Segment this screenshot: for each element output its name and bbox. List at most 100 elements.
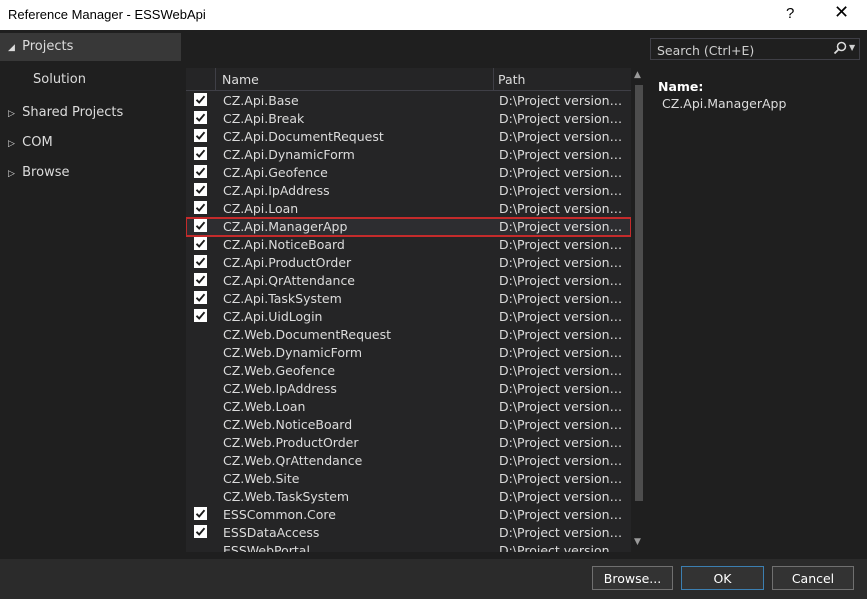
table-row[interactable]: CZ.Api.TaskSystem D:\Project versions\... [186,290,631,308]
table-row[interactable]: CZ.Web.DocumentRequest D:\Project version… [186,326,631,344]
scroll-up-arrow-icon[interactable]: ▲ [634,70,641,80]
cell-path: D:\Project versions\... [499,327,624,342]
cell-name: CZ.Web.NoticeBoard [223,417,353,432]
column-header-name[interactable]: Name [222,72,259,87]
table-row[interactable]: CZ.Web.TaskSystem D:\Project versions\... [186,488,631,506]
reference-checkbox[interactable] [194,201,207,214]
table-row[interactable]: CZ.Api.Break D:\Project versions\... [186,110,631,128]
table-row[interactable]: ESSDataAccess D:\Project versions\... [186,524,631,542]
details-name-label: Name: [658,79,704,94]
cancel-button[interactable]: Cancel [772,566,854,590]
sidebar-item-browse[interactable]: ▷ Browse [8,159,69,187]
column-divider[interactable] [493,68,494,90]
close-button[interactable]: ✕ [834,2,849,23]
scroll-down-arrow-icon[interactable]: ▼ [634,537,641,547]
search-options-chevron-icon[interactable]: ▼ [849,43,855,52]
reference-checkbox[interactable] [194,165,207,178]
cell-path: D:\Project versions\... [499,219,624,234]
reference-checkbox[interactable] [194,273,207,286]
cell-path: D:\Project versions\... [499,435,624,450]
table-row[interactable]: CZ.Api.Geofence D:\Project versions\... [186,164,631,182]
table-row[interactable]: CZ.Api.Base D:\Project versions\... [186,92,631,110]
sidebar-item-shared-projects[interactable]: ▷ Shared Projects [8,99,123,127]
sidebar-item-com[interactable]: ▷ COM [8,129,53,157]
reference-checkbox[interactable] [194,93,207,106]
table-row[interactable]: CZ.Web.Site D:\Project versions\... [186,470,631,488]
table-row[interactable]: CZ.Api.ProductOrder D:\Project versions\.… [186,254,631,272]
cell-path: D:\Project versions\... [499,417,624,432]
title-bar: Reference Manager - ESSWebApi ? ✕ [0,0,867,30]
grid-header: Name Path [186,68,631,91]
cell-path: D:\Project versions\... [499,489,624,504]
checkmark-icon [195,257,206,266]
table-row[interactable]: CZ.Api.QrAttendance D:\Project versions\.… [186,272,631,290]
help-button[interactable]: ? [786,5,794,22]
table-row[interactable]: CZ.Web.QrAttendance D:\Project versions\.… [186,452,631,470]
reference-checkbox[interactable] [194,111,207,124]
column-divider [215,68,216,90]
vertical-scrollbar[interactable]: ▲ ▼ [632,68,646,552]
table-row[interactable]: ESSWebPortal D:\Project versions\... [186,542,631,552]
browse-button[interactable]: Browse... [592,566,673,590]
cell-name: CZ.Web.DynamicForm [223,345,363,360]
cell-path: D:\Project versions\... [499,525,624,540]
reference-checkbox[interactable] [194,525,207,538]
cell-path: D:\Project versions\... [499,129,624,144]
table-row[interactable]: CZ.Api.ManagerApp D:\Project versions\... [186,217,631,237]
reference-checkbox[interactable] [194,219,207,232]
collapsed-arrow-icon: ▷ [8,139,15,149]
table-row[interactable]: ESSCommon.Core D:\Project versions\... [186,506,631,524]
checkmark-icon [195,221,206,230]
reference-checkbox[interactable] [194,183,207,196]
cell-path: D:\Project versions\... [499,183,624,198]
reference-checkbox[interactable] [194,309,207,322]
table-row[interactable]: CZ.Api.IpAddress D:\Project versions\... [186,182,631,200]
cell-name: CZ.Api.DynamicForm [223,147,355,162]
cell-name: CZ.Web.ProductOrder [223,435,359,450]
grid-rows: CZ.Api.Base D:\Project versions\... CZ.Api… [186,92,631,552]
details-name-value: CZ.Api.ManagerApp [662,96,787,111]
cell-path: D:\Project versions\... [499,309,624,324]
table-row[interactable]: CZ.Api.NoticeBoard D:\Project versions\..… [186,236,631,254]
reference-checkbox[interactable] [194,129,207,142]
search-input[interactable] [655,41,829,59]
checkmark-icon [195,149,206,158]
cell-name: CZ.Web.Geofence [223,363,336,378]
table-row[interactable]: CZ.Web.IpAddress D:\Project versions\... [186,380,631,398]
table-row[interactable]: CZ.Api.DynamicForm D:\Project versions\..… [186,146,631,164]
column-header-path[interactable]: Path [498,72,525,87]
checkmark-icon [195,239,206,248]
cell-path: D:\Project versions\... [499,453,624,468]
scrollbar-thumb[interactable] [635,85,643,501]
sidebar-item-label: Browse [22,165,70,180]
table-row[interactable]: CZ.Web.DynamicForm D:\Project versions\..… [186,344,631,362]
table-row[interactable]: CZ.Web.ProductOrder D:\Project versions\.… [186,434,631,452]
cell-path: D:\Project versions\... [499,471,624,486]
table-row[interactable]: CZ.Web.Loan D:\Project versions\... [186,398,631,416]
cell-path: D:\Project versions\... [499,345,624,360]
sidebar: ◢ Projects Solution ▷ Shared Projects ▷ … [0,30,181,559]
sidebar-item-projects[interactable]: ◢ Projects [8,33,73,61]
ok-button[interactable]: OK [681,566,764,590]
cell-path: D:\Project versions\... [499,237,624,252]
cell-name: CZ.Web.Site [223,471,300,486]
table-row[interactable]: CZ.Web.Geofence D:\Project versions\... [186,362,631,380]
reference-checkbox[interactable] [194,291,207,304]
reference-checkbox[interactable] [194,255,207,268]
cell-name: CZ.Web.Loan [223,399,306,414]
reference-checkbox[interactable] [194,237,207,250]
search-box[interactable]: ▼ [650,38,860,60]
cell-path: D:\Project versions\... [499,165,624,180]
checkmark-icon [195,185,206,194]
cell-name: ESSWebPortal [223,543,310,552]
reference-checkbox[interactable] [194,147,207,160]
search-icon[interactable] [833,41,847,55]
table-row[interactable]: CZ.Api.DocumentRequest D:\Project version… [186,128,631,146]
table-row[interactable]: CZ.Api.Loan D:\Project versions\... [186,200,631,218]
table-row[interactable]: CZ.Api.UidLogin D:\Project versions\... [186,308,631,326]
table-row[interactable]: CZ.Web.NoticeBoard D:\Project versions\..… [186,416,631,434]
reference-checkbox[interactable] [194,507,207,520]
sidebar-item-solution[interactable]: Solution [33,66,86,94]
cell-name: CZ.Web.TaskSystem [223,489,350,504]
cell-name: CZ.Api.QrAttendance [223,273,356,288]
